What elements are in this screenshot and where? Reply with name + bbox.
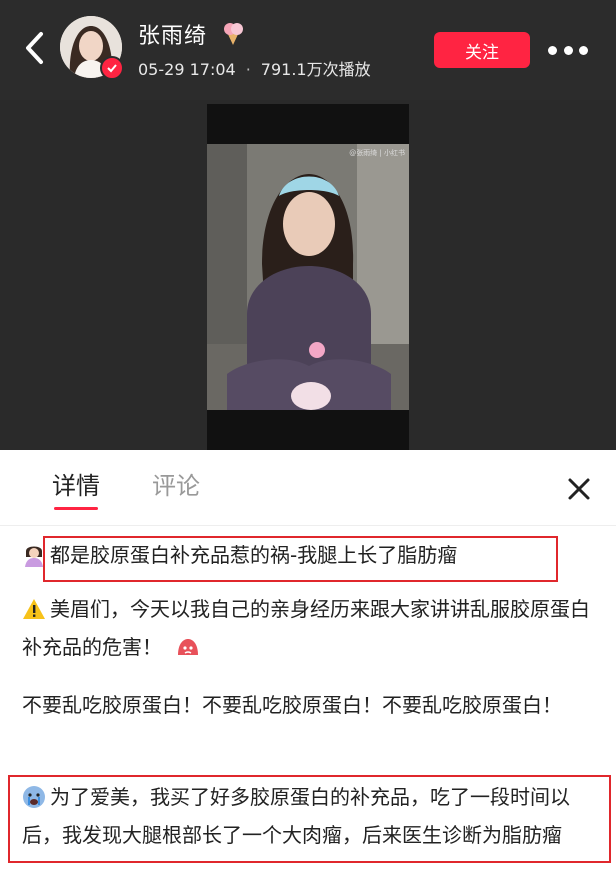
post-meta: 05-29 17:04 · 791.1万次播放	[138, 56, 371, 80]
avatar[interactable]	[60, 16, 124, 80]
divider	[0, 525, 616, 526]
paragraph-warning: 不要乱吃胶原蛋白！不要乱吃胶原蛋白！不要乱吃胶原蛋白！	[22, 693, 562, 717]
tab-comments[interactable]: 评论	[152, 466, 200, 501]
active-tab-indicator	[54, 507, 98, 510]
author-name[interactable]: 张雨绮	[138, 18, 207, 50]
paragraph-intro: 美眉们，今天以我自己的亲身经历来跟大家讲讲乱服胶原蛋白补充品的危害！	[22, 590, 602, 666]
meta-separator: ·	[245, 60, 251, 79]
paragraph-intro-text: 美眉们，今天以我自己的亲身经历来跟大家讲讲乱服胶原蛋白补充品的危害！	[22, 597, 590, 659]
more-options-button[interactable]	[548, 38, 588, 62]
verified-badge-icon	[100, 56, 124, 80]
video-thumbnail[interactable]: @张雨绮 | 小红书	[207, 144, 409, 410]
post-date: 05-29 17:04	[138, 60, 236, 79]
follow-button[interactable]: 关注	[434, 32, 530, 68]
tab-details[interactable]: 详情	[52, 466, 100, 501]
back-arrow-icon	[26, 32, 43, 64]
post-header: 张雨绮 05-29 17:04 · 791.1万次播放 关注	[0, 0, 616, 100]
warning-emoji-icon	[23, 599, 45, 619]
more-dots-icon	[548, 45, 557, 55]
back-button[interactable]	[16, 28, 52, 68]
video-watermark: @张雨绮 | 小红书	[349, 149, 405, 157]
close-icon	[568, 478, 590, 500]
highlight-box-title	[43, 536, 558, 582]
highlight-box-story	[8, 775, 611, 863]
video-frame-image	[207, 144, 409, 410]
close-button[interactable]	[566, 476, 592, 502]
pouting-emoji-icon	[178, 639, 199, 655]
ice-cream-emoji-icon	[224, 23, 243, 45]
more-dot	[563, 45, 573, 55]
play-count: 791.1万次播放	[260, 60, 371, 79]
more-dot	[579, 45, 588, 55]
